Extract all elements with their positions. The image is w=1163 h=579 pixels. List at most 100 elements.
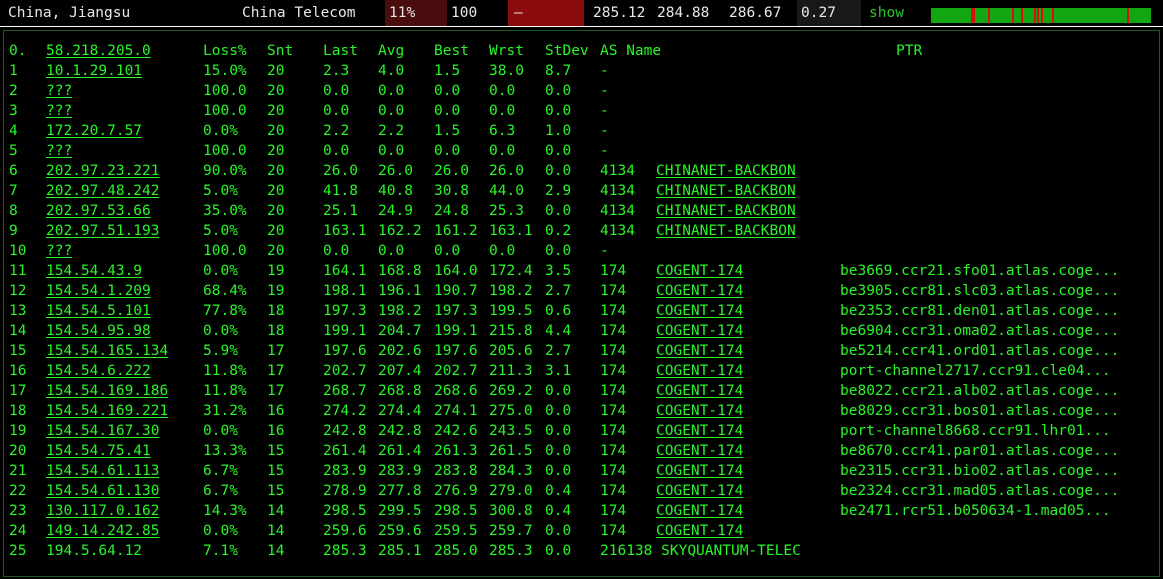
cell-snt: 15 (267, 463, 285, 479)
cell-asname: COGENT-174 (656, 283, 744, 299)
cell-host: 194.5.64.12 (46, 543, 143, 559)
cell-hop: 22 (9, 483, 27, 499)
column-host[interactable]: 58.218.205.0 (46, 41, 151, 61)
cell-host[interactable]: 202.97.51.193 (46, 221, 160, 241)
cell-asn: 174 (600, 403, 627, 419)
cell-stdev: 2.7 (545, 283, 572, 299)
cell-best: 26.0 (434, 163, 469, 179)
cell-host[interactable]: 154.54.75.41 (46, 441, 151, 461)
cell-host[interactable]: ??? (46, 141, 72, 161)
cell-wrst: 269.2 (489, 383, 533, 399)
cell-as-name: - (600, 143, 609, 159)
cell-best: 197.6 (434, 343, 478, 359)
cell-loss: 35.0% (203, 203, 247, 219)
cell-best: 0.0 (434, 143, 461, 159)
cell-avg: 2.2 (378, 123, 405, 139)
cell-snt: 20 (267, 83, 285, 99)
cell-asn: 174 (600, 283, 627, 299)
cell-hop: 20 (9, 443, 27, 459)
cell-avg: 242.8 (378, 423, 422, 439)
cell-asname: SKYQUANTUM-TELEC (661, 543, 801, 559)
cell-wrst: 215.8 (489, 323, 533, 339)
cell-as-name: - (600, 63, 609, 79)
cell-as-name[interactable]: 174 COGENT-174 (600, 321, 743, 341)
cell-host[interactable]: 172.20.7.57 (46, 121, 142, 141)
cell-host[interactable]: 10.1.29.101 (46, 61, 142, 81)
cell-as-name[interactable]: 4134 CHINANET-BACKBON (600, 161, 796, 181)
cell-host[interactable]: 154.54.61.113 (46, 461, 160, 481)
cell-as-name[interactable]: 174 COGENT-174 (600, 261, 743, 281)
cell-as-name[interactable]: 174 COGENT-174 (600, 521, 743, 541)
column-hop: 0. (9, 43, 27, 59)
cell-as-name[interactable]: 174 COGENT-174 (600, 361, 743, 381)
column-loss: Loss% (203, 43, 247, 59)
cell-as-name[interactable]: 174 COGENT-174 (600, 341, 743, 361)
cell-last: 285.3 (323, 543, 367, 559)
cell-asn: 174 (600, 323, 627, 339)
cell-host[interactable]: 202.97.23.221 (46, 161, 160, 181)
table-row: 20 154.54.75.41 13.3% 15 261.4 261.4 261.3 261.… (4, 441, 1159, 461)
cell-host[interactable]: 154.54.6.222 (46, 361, 151, 381)
cell-wrst: 0.0 (489, 83, 516, 99)
cell-host[interactable]: 154.54.167.30 (46, 421, 160, 441)
cell-as-name[interactable]: 174 COGENT-174 (600, 301, 743, 321)
cell-host[interactable]: 154.54.1.209 (46, 281, 151, 301)
cell-host[interactable]: 202.97.48.242 (46, 181, 160, 201)
cell-hop: 11 (9, 263, 27, 279)
cell-ptr: be5214.ccr41.ord01.atlas.coge... (840, 343, 1120, 359)
cell-avg: 0.0 (378, 143, 405, 159)
cell-stdev: 0.0 (545, 443, 572, 459)
cell-as-name[interactable]: 4134 CHINANET-BACKBON (600, 181, 796, 201)
cell-as-name[interactable]: 174 COGENT-174 (600, 381, 743, 401)
cell-asn: 4134 (600, 203, 635, 219)
cell-asname: COGENT-174 (656, 523, 744, 539)
column-last: Last (323, 43, 358, 59)
cell-stdev: 0.0 (545, 523, 572, 539)
cell-host[interactable]: 154.54.169.186 (46, 381, 168, 401)
cell-host[interactable]: 202.97.53.66 (46, 201, 151, 221)
cell-loss: 0.0% (203, 423, 238, 439)
cell-avg: 283.9 (378, 463, 422, 479)
show-toggle-link[interactable]: show (869, 0, 904, 26)
cell-hop: 17 (9, 383, 27, 399)
cell-last: 259.6 (323, 523, 367, 539)
cell-loss: 13.3% (203, 443, 247, 459)
cell-host[interactable]: ??? (46, 101, 72, 121)
cell-host[interactable]: 154.54.61.130 (46, 481, 160, 501)
cell-as-name: - (600, 83, 609, 99)
cell-hop: 19 (9, 423, 27, 439)
cell-ptr: be8029.ccr31.bos01.atlas.coge... (840, 403, 1120, 419)
cell-host[interactable]: 154.54.169.221 (46, 401, 168, 421)
cell-as-name[interactable]: 4134 CHINANET-BACKBON (600, 221, 796, 241)
cell-last: 0.0 (323, 83, 350, 99)
cell-last: 163.1 (323, 223, 367, 239)
column-wrst: Wrst (489, 43, 524, 59)
cell-best: 261.3 (434, 443, 478, 459)
cell-wrst: 259.7 (489, 523, 533, 539)
table-header-row: 0. 58.218.205.0 Loss% Snt Last Avg Best … (4, 41, 1159, 61)
cell-as-name[interactable]: 174 COGENT-174 (600, 461, 743, 481)
cell-avg: 0.0 (378, 103, 405, 119)
cell-host[interactable]: 149.14.242.85 (46, 521, 160, 541)
cell-host[interactable]: 154.54.43.9 (46, 261, 142, 281)
cell-host[interactable]: 130.117.0.162 (46, 501, 160, 521)
cell-wrst: 199.5 (489, 303, 533, 319)
cell-as-name[interactable]: 174 COGENT-174 (600, 401, 743, 421)
cell-as-name[interactable]: 174 COGENT-174 (600, 501, 743, 521)
cell-as-name[interactable]: 174 COGENT-174 (600, 481, 743, 501)
cell-as-name[interactable]: 4134 CHINANET-BACKBON (600, 201, 796, 221)
cell-asname: COGENT-174 (656, 363, 744, 379)
cell-host[interactable]: 154.54.165.134 (46, 341, 168, 361)
table-row: 23 130.117.0.162 14.3% 14 298.5 299.5 298.5 300… (4, 501, 1159, 521)
cell-snt: 16 (267, 403, 285, 419)
cell-host[interactable]: ??? (46, 241, 72, 261)
cell-as-name[interactable]: 174 COGENT-174 (600, 281, 743, 301)
cell-asname: COGENT-174 (656, 263, 744, 279)
cell-host[interactable]: ??? (46, 81, 72, 101)
cell-best: 259.5 (434, 523, 478, 539)
cell-as-name[interactable]: 174 COGENT-174 (600, 421, 743, 441)
cell-host[interactable]: 154.54.95.98 (46, 321, 151, 341)
cell-best: 164.0 (434, 263, 478, 279)
cell-as-name[interactable]: 174 COGENT-174 (600, 441, 743, 461)
cell-host[interactable]: 154.54.5.101 (46, 301, 151, 321)
